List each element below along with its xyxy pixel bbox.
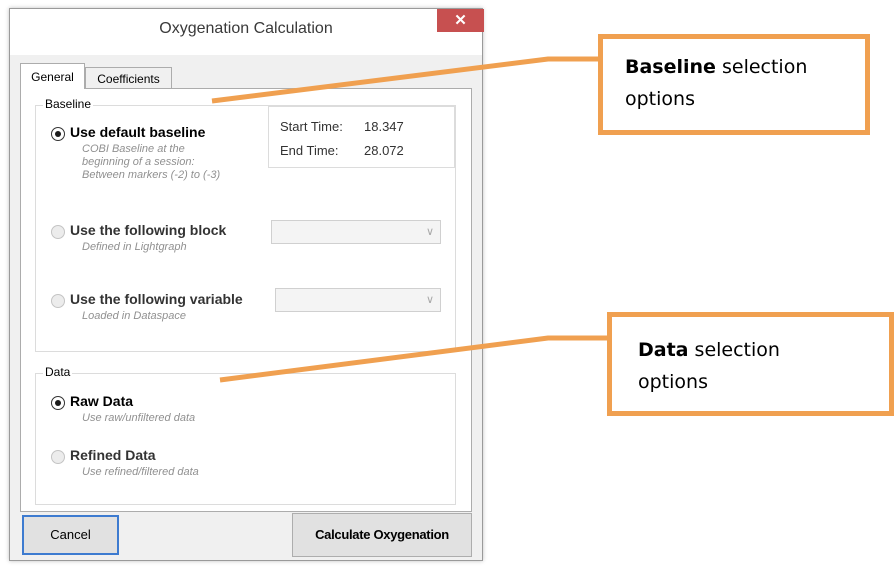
baseline-callout-line xyxy=(211,56,600,104)
baseline-callout-line-2: options xyxy=(625,88,695,110)
baseline-callout: Baseline selection options xyxy=(598,34,870,135)
baseline-callout-line-1: Baseline selection xyxy=(625,51,865,83)
data-callout-bold: Data xyxy=(638,339,689,361)
data-callout-line-2: options xyxy=(638,371,708,393)
data-callout-rest: selection xyxy=(688,339,780,361)
tab-general[interactable]: General xyxy=(20,63,85,89)
data-callout: Data selection options xyxy=(607,312,894,416)
baseline-callout-bold: Baseline xyxy=(625,56,716,78)
data-callout-line-1: Data selection xyxy=(638,334,889,366)
data-callout-line xyxy=(219,335,608,383)
baseline-callout-rest: selection xyxy=(715,56,808,78)
